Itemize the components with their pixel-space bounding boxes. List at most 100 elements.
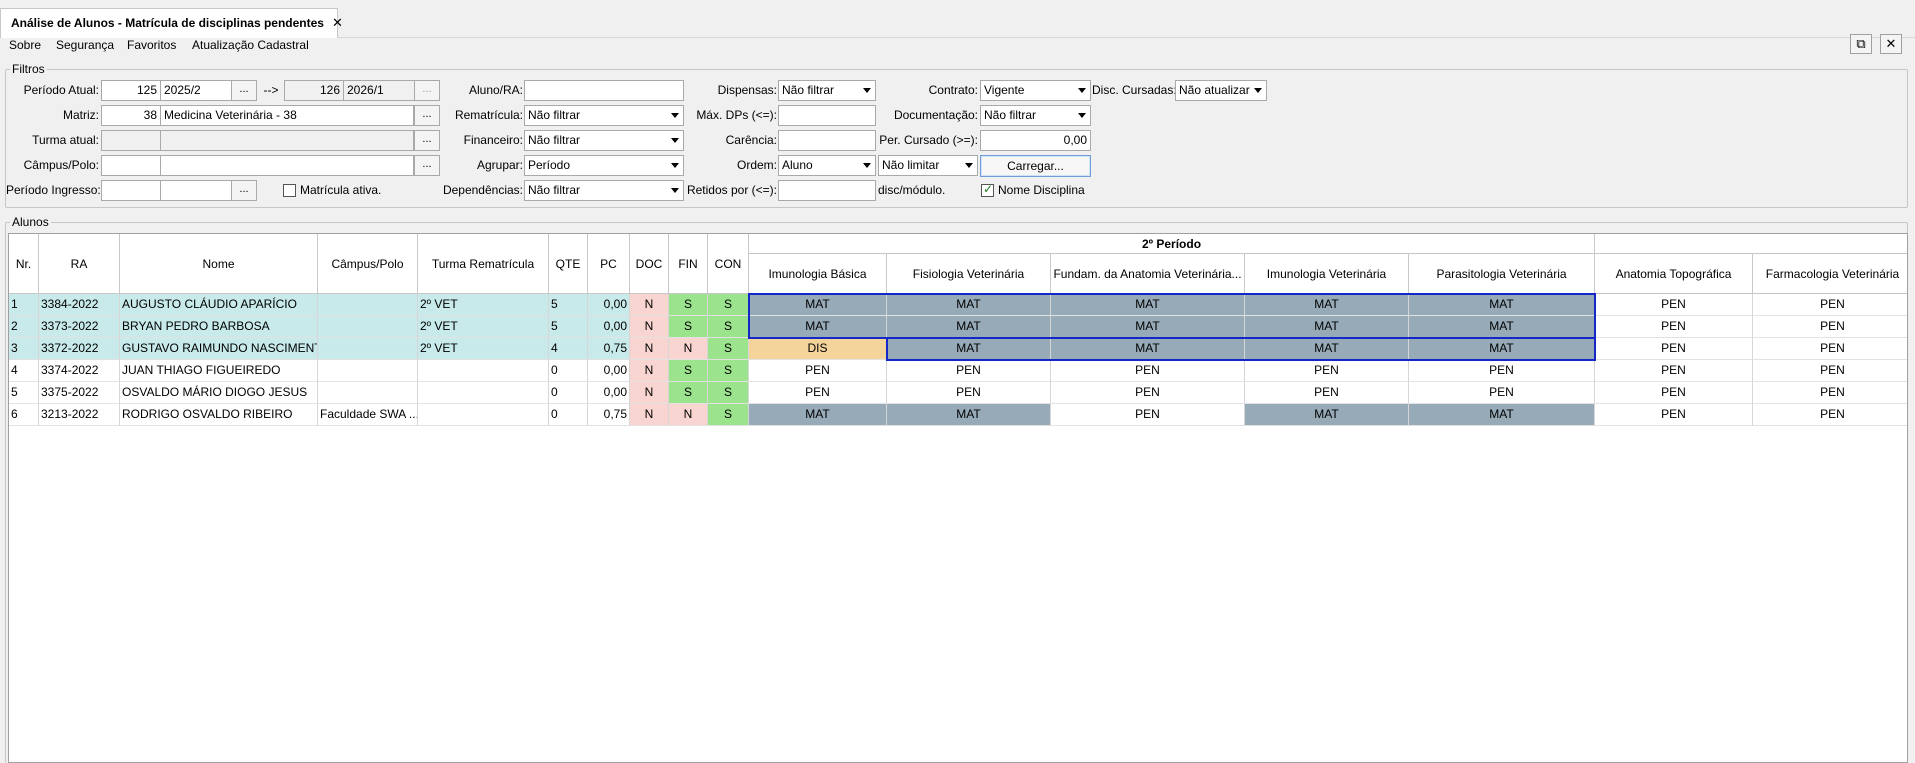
cell-doc[interactable]: N xyxy=(630,338,669,360)
menu-atualizacao-cadastral[interactable]: Atualização Cadastral xyxy=(192,38,309,52)
cell-disciplina-status[interactable]: MAT xyxy=(1051,338,1245,360)
cell-disciplina-status[interactable]: PEN xyxy=(749,360,887,382)
matriz-code-field[interactable]: 38 xyxy=(101,105,161,126)
ordem-select[interactable]: Aluno xyxy=(778,155,876,176)
column-header-campus[interactable]: Câmpus/Polo xyxy=(318,234,418,294)
cell-nome[interactable]: BRYAN PEDRO BARBOSA xyxy=(120,316,318,338)
discipline-header[interactable]: Fisiologia Veterinária xyxy=(887,254,1051,294)
cell-doc[interactable]: N xyxy=(630,382,669,404)
cell-disciplina-status[interactable]: PEN xyxy=(1409,382,1595,404)
aluno-ra-input[interactable] xyxy=(524,80,684,101)
column-header-qte[interactable]: QTE xyxy=(549,234,588,294)
cell-turma[interactable] xyxy=(418,404,549,426)
cell-fin[interactable]: N xyxy=(669,404,708,426)
per-cursado-input[interactable]: 0,00 xyxy=(980,130,1091,151)
cell-disciplina-status[interactable]: PEN xyxy=(1753,382,1907,404)
cell-turma[interactable]: 2º VET xyxy=(418,294,549,316)
cell-ra[interactable]: 3372-2022 xyxy=(39,338,120,360)
cell-pc[interactable]: 0,75 xyxy=(588,404,630,426)
matriz-field[interactable]: Medicina Veterinária - 38 xyxy=(160,105,414,126)
cell-disciplina-status[interactable]: MAT xyxy=(887,404,1051,426)
cell-fin[interactable]: S xyxy=(669,316,708,338)
cell-disciplina-status[interactable]: MAT xyxy=(1245,404,1409,426)
cell-ra[interactable]: 3213-2022 xyxy=(39,404,120,426)
periodo-atual-code-field[interactable]: 125 xyxy=(101,80,161,101)
cell-nr[interactable]: 5 xyxy=(9,382,39,404)
cell-fin[interactable]: S xyxy=(669,360,708,382)
menu-favoritos[interactable]: Favoritos xyxy=(127,38,176,52)
cell-disciplina-status[interactable]: PEN xyxy=(1753,294,1907,316)
campus-polo-lookup-button[interactable]: ... xyxy=(414,155,440,176)
cell-disciplina-status[interactable]: PEN xyxy=(1051,360,1245,382)
cell-disciplina-status[interactable]: MAT xyxy=(1409,316,1595,338)
tab-close-icon[interactable]: ✕ xyxy=(332,15,343,30)
cell-disciplina-status[interactable]: PEN xyxy=(1753,338,1907,360)
limite-select[interactable]: Não limitar xyxy=(878,155,978,176)
cell-disciplina-status[interactable]: PEN xyxy=(1595,294,1753,316)
cell-con[interactable]: S xyxy=(708,338,749,360)
cell-qte[interactable]: 4 xyxy=(549,338,588,360)
campus-polo-field[interactable] xyxy=(160,155,414,176)
cell-qte[interactable]: 0 xyxy=(549,382,588,404)
periodo-ingresso-field[interactable] xyxy=(160,180,232,201)
disc-cursadas-select[interactable]: Não atualizar xyxy=(1175,80,1267,101)
cell-disciplina-status[interactable]: PEN xyxy=(1409,360,1595,382)
cell-doc[interactable]: N xyxy=(630,360,669,382)
cell-pc[interactable]: 0,75 xyxy=(588,338,630,360)
financeiro-select[interactable]: Não filtrar xyxy=(524,130,684,151)
cell-disciplina-status[interactable]: PEN xyxy=(749,382,887,404)
cell-disciplina-status[interactable]: PEN xyxy=(1595,404,1753,426)
cell-ra[interactable]: 3375-2022 xyxy=(39,382,120,404)
cell-campus[interactable] xyxy=(318,316,418,338)
cell-con[interactable]: S xyxy=(708,404,749,426)
cell-disciplina-status[interactable]: MAT xyxy=(1051,316,1245,338)
cell-disciplina-status[interactable]: PEN xyxy=(1245,360,1409,382)
alunos-grid[interactable]: Nr. RA Nome Câmpus/Polo Turma Rematrícula QTE… xyxy=(8,233,1908,763)
cell-qte[interactable]: 5 xyxy=(549,294,588,316)
discipline-header[interactable]: Farmacologia Veterinária xyxy=(1753,254,1907,294)
cell-doc[interactable]: N xyxy=(630,294,669,316)
column-header-ra[interactable]: RA xyxy=(39,234,120,294)
cell-turma[interactable] xyxy=(418,382,549,404)
discipline-header[interactable]: Parasitologia Veterinária xyxy=(1409,254,1595,294)
discipline-header[interactable]: Imunologia Básica xyxy=(749,254,887,294)
agrupar-select[interactable]: Período xyxy=(524,155,684,176)
cell-disciplina-status[interactable]: PEN xyxy=(1051,404,1245,426)
cell-disciplina-status[interactable]: MAT xyxy=(1245,338,1409,360)
close-window-icon[interactable]: ✕ xyxy=(1880,34,1902,54)
cell-disciplina-status[interactable]: PEN xyxy=(1753,404,1907,426)
documentacao-select[interactable]: Não filtrar xyxy=(980,105,1091,126)
cell-nome[interactable]: AUGUSTO CLÁUDIO APARÍCIO xyxy=(120,294,318,316)
carregar-button[interactable]: Carregar... xyxy=(980,155,1091,177)
cell-pc[interactable]: 0,00 xyxy=(588,382,630,404)
rematricula-select[interactable]: Não filtrar xyxy=(524,105,684,126)
menu-seguranca[interactable]: Segurança xyxy=(56,38,114,52)
column-header-con[interactable]: CON xyxy=(708,234,749,294)
cell-campus[interactable]: Faculdade SWA ... xyxy=(318,404,418,426)
cell-disciplina-status[interactable]: PEN xyxy=(1595,382,1753,404)
column-header-doc[interactable]: DOC xyxy=(630,234,669,294)
cell-disciplina-status[interactable]: MAT xyxy=(887,294,1051,316)
cell-campus[interactable] xyxy=(318,294,418,316)
cell-nome[interactable]: JUAN THIAGO FIGUEIREDO xyxy=(120,360,318,382)
cell-con[interactable]: S xyxy=(708,316,749,338)
cell-disciplina-status[interactable]: PEN xyxy=(1595,338,1753,360)
discipline-header[interactable]: Anatomia Topográfica xyxy=(1595,254,1753,294)
cell-qte[interactable]: 5 xyxy=(549,316,588,338)
cell-qte[interactable]: 0 xyxy=(549,404,588,426)
dependencias-select[interactable]: Não filtrar xyxy=(524,180,684,201)
column-header-fin[interactable]: FIN xyxy=(669,234,708,294)
cell-disciplina-status[interactable]: MAT xyxy=(749,404,887,426)
periodo-atual-lookup-button[interactable]: ... xyxy=(231,80,257,101)
cell-turma[interactable]: 2º VET xyxy=(418,316,549,338)
cell-nome[interactable]: RODRIGO OSVALDO RIBEIRO xyxy=(120,404,318,426)
periodo-atual-field[interactable]: 2025/2 xyxy=(160,80,232,101)
cell-nr[interactable]: 4 xyxy=(9,360,39,382)
nome-disciplina-checkbox[interactable] xyxy=(981,182,994,197)
cell-nr[interactable]: 1 xyxy=(9,294,39,316)
max-dps-input[interactable] xyxy=(778,105,876,126)
cell-disciplina-status[interactable]: PEN xyxy=(887,360,1051,382)
cell-nome[interactable]: GUSTAVO RAIMUNDO NASCIMENTO xyxy=(120,338,318,360)
cell-con[interactable]: S xyxy=(708,360,749,382)
column-header-pc[interactable]: PC xyxy=(588,234,630,294)
